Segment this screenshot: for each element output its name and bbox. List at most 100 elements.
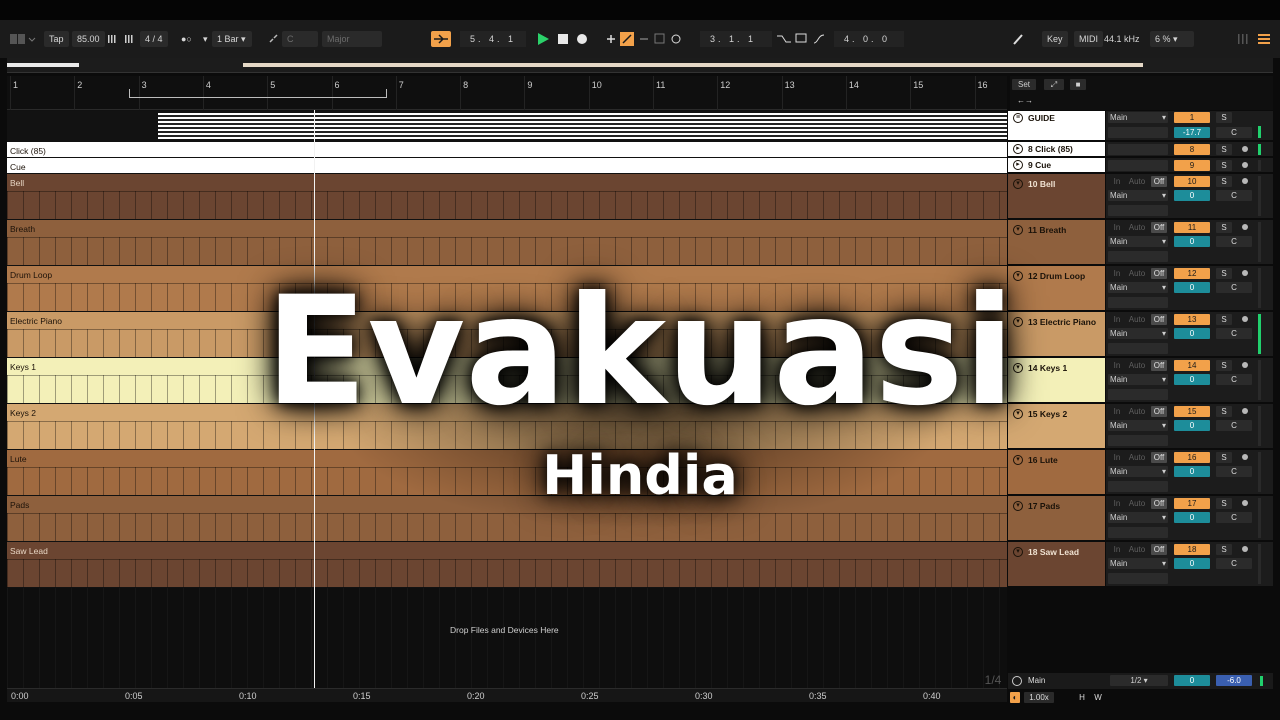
scale-select[interactable]: Major [322,31,382,47]
track-number[interactable]: 9 [1174,160,1210,171]
prev-next-locator-icon[interactable]: ←→ [1012,95,1038,106]
play-icon[interactable]: ▸ [1013,160,1023,170]
solo-button[interactable]: S [1216,160,1232,171]
loop-brace[interactable] [129,89,387,98]
output-select[interactable]: Main ▾ [1108,190,1168,201]
follow-arrangement-icon[interactable] [431,31,451,47]
main-track[interactable]: 1/4 Main 1/2 ▾ 0 -6.0 [985,673,1273,689]
chevron-down-icon[interactable]: ▾ [203,31,208,47]
arm-icon[interactable] [1242,146,1248,152]
loop-length-field[interactable]: 4. 0. 0 [834,31,904,47]
fold-icon[interactable]: ▾ [1013,225,1023,235]
main-play-icon[interactable] [1012,676,1022,686]
track-header[interactable]: ▾ 10 Bell [1008,174,1105,219]
overview-visible-region[interactable] [243,63,1143,67]
menu-icon[interactable] [1238,31,1272,47]
output-select[interactable]: Main ▾ [1108,236,1168,247]
track-header[interactable]: ▾ 11 Breath [1008,220,1105,265]
solo-button[interactable]: S [1216,112,1232,123]
guide-clip[interactable] [158,113,1007,139]
main-volume[interactable]: 0 [1174,675,1210,686]
main-pan[interactable]: -6.0 [1216,675,1252,686]
pan-field[interactable]: C [1216,236,1252,247]
track-number[interactable]: 18 [1174,544,1210,555]
volume-field[interactable]: 0 [1174,558,1210,569]
song-position-field[interactable]: 5. 4. 1 [460,31,526,47]
track-number[interactable]: 11 [1174,222,1210,233]
tempo-field[interactable]: 85.00 [72,31,105,47]
monitor-off-button[interactable]: Off [1151,544,1167,555]
volume-field[interactable]: 0 [1174,236,1210,247]
output-select[interactable]: Main ▾ [1108,112,1168,123]
output-select[interactable]: Main ▾ [1108,558,1168,569]
track-number[interactable]: 10 [1174,176,1210,187]
track-title[interactable]: 10 Bell [1028,179,1055,189]
set-locator-button[interactable]: Set [1012,79,1036,90]
play-icon[interactable] [536,31,550,47]
track-title[interactable]: 18 Saw Lead [1028,547,1079,557]
track-number[interactable]: 1 [1174,112,1210,123]
midi-map-button[interactable]: MIDI [1074,31,1103,47]
expand-icon[interactable]: ⤢ [1044,79,1064,90]
loop-controls-icons[interactable] [776,31,828,47]
pan-field[interactable]: C [1216,558,1252,569]
monitor-auto-button[interactable]: Auto [1126,544,1148,555]
arm-icon[interactable] [1242,162,1248,168]
output-select[interactable]: Main ▾ [1108,512,1168,523]
volume-field[interactable]: 0 [1174,512,1210,523]
follow-icon[interactable]: ◐ [1010,692,1020,703]
monitor-off-button[interactable]: Off [1151,222,1167,233]
w-toggle[interactable]: W [1092,692,1104,703]
arrangement-overview[interactable] [7,58,1273,73]
group-icon[interactable]: ≡ [1013,113,1023,123]
metronome-toggle[interactable]: ●○ [181,31,192,47]
key-map-button[interactable]: Key [1042,31,1068,47]
track-header[interactable]: ▸ 8 Click (85) [1008,142,1105,157]
pan-field[interactable]: C [1216,190,1252,201]
arm-icon[interactable] [1242,546,1248,552]
monitor-in-button[interactable]: In [1110,222,1124,233]
nudge-icon[interactable] [108,31,138,47]
volume-field[interactable]: -17.7 [1174,127,1210,138]
draw-mode-icon[interactable] [1012,31,1024,47]
h-toggle[interactable]: H [1076,692,1088,703]
arm-icon[interactable] [1242,178,1248,184]
arm-icon[interactable] [1242,224,1248,230]
lock-icon[interactable]: ■ [1070,79,1086,90]
record-icon[interactable] [576,31,588,47]
view-toggle-icon[interactable] [10,31,36,47]
pan-field[interactable]: C [1216,512,1252,523]
zoom-level[interactable]: 1.00x [1024,692,1054,703]
track-title[interactable]: 8 Click (85) [1028,144,1073,154]
quantize-select[interactable]: 1 Bar ▾ [212,31,252,47]
track-lane[interactable]: Cue [7,158,1007,173]
track-number[interactable]: 8 [1174,144,1210,155]
scale-mode-icon[interactable] [268,31,280,47]
track-lane[interactable]: Breath [7,220,1007,265]
loop-start-field[interactable]: 3. 1. 1 [700,31,772,47]
solo-button[interactable]: S [1216,222,1232,233]
track-lane[interactable]: Bell [7,174,1007,219]
track-header[interactable]: ▸ 9 Cue [1008,158,1105,173]
track-lane[interactable]: Click (85) [7,142,1007,157]
pan-field[interactable]: C [1216,127,1252,138]
track-lane[interactable]: Saw Lead [7,542,1007,587]
monitor-auto-button[interactable]: Auto [1126,222,1148,233]
stop-icon[interactable] [557,31,569,47]
monitor-in-button[interactable]: In [1110,544,1124,555]
fold-icon[interactable]: ▾ [1013,179,1023,189]
volume-field[interactable]: 0 [1174,190,1210,201]
monitor-in-button[interactable]: In [1110,176,1124,187]
track-header[interactable]: ≡ GUIDE [1008,111,1105,141]
monitor-auto-button[interactable]: Auto [1126,176,1148,187]
play-icon[interactable]: ▸ [1013,144,1023,154]
key-root-select[interactable]: C [282,31,318,47]
main-routing-select[interactable]: 1/2 ▾ [1110,675,1168,686]
track-header[interactable]: ▾ 18 Saw Lead [1008,542,1105,587]
tap-tempo-button[interactable]: Tap [44,31,69,47]
solo-button[interactable]: S [1216,544,1232,555]
fold-icon[interactable]: ▾ [1013,547,1023,557]
track-title[interactable]: 9 Cue [1028,160,1051,170]
time-ruler[interactable]: 0:00 0:05 0:10 0:15 0:20 0:25 0:30 0:35 0:40 [7,688,1007,702]
monitor-off-button[interactable]: Off [1151,176,1167,187]
